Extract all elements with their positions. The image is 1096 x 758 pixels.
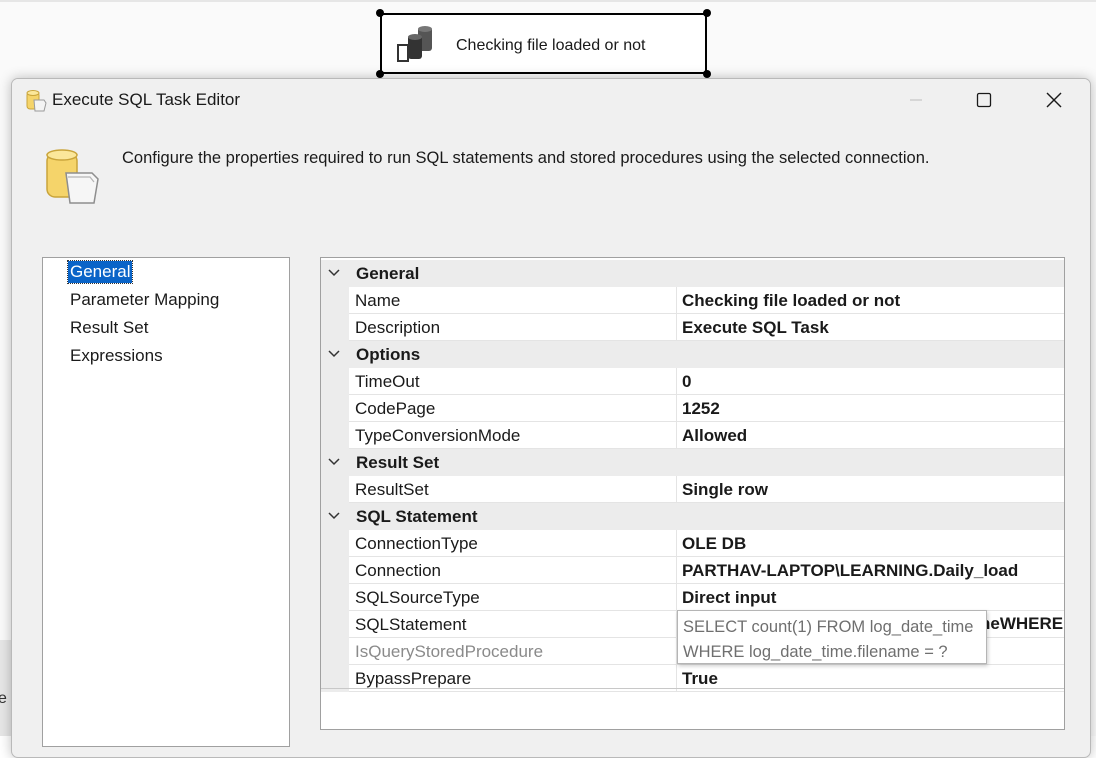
property-value[interactable]: True bbox=[682, 669, 718, 689]
property-name: TimeOut bbox=[355, 372, 420, 391]
minimize-button[interactable] bbox=[882, 79, 950, 121]
resize-handle[interactable] bbox=[703, 9, 711, 17]
page-navigation-list: General Parameter Mapping Result Set Exp… bbox=[42, 257, 290, 747]
dialog-title: Execute SQL Task Editor bbox=[52, 90, 241, 109]
property-row-name[interactable]: Name Checking file loaded or not bbox=[321, 287, 1064, 314]
property-row-connectiontype[interactable]: ConnectionType OLE DB bbox=[321, 530, 1064, 557]
close-icon bbox=[1046, 92, 1062, 108]
sql-task-app-icon bbox=[26, 90, 47, 112]
close-button[interactable] bbox=[1020, 79, 1088, 121]
property-value[interactable]: Direct input bbox=[682, 588, 776, 608]
sql-task-icon bbox=[397, 26, 432, 62]
category-general[interactable]: General bbox=[321, 260, 1064, 287]
nav-item-result-set[interactable]: Result Set bbox=[68, 317, 150, 339]
minimize-icon bbox=[910, 99, 922, 101]
maximize-icon bbox=[976, 92, 992, 108]
dialog-description: Configure the properties required to run… bbox=[122, 149, 930, 167]
category-label: Options bbox=[356, 345, 421, 364]
property-name: ResultSet bbox=[355, 480, 429, 499]
title-bar[interactable]: Execute SQL Task Editor bbox=[12, 79, 1090, 121]
property-name: Name bbox=[355, 291, 401, 310]
nav-item-parameter-mapping[interactable]: Parameter Mapping bbox=[68, 289, 221, 311]
property-row-connection[interactable]: Connection PARTHAV-LAPTOP\LEARNING.Daily… bbox=[321, 557, 1064, 584]
sqlstatement-tooltip: SELECT count(1) FROM log_date_time WHERE… bbox=[677, 610, 987, 664]
property-name: BypassPrepare bbox=[355, 669, 472, 688]
property-name: ConnectionType bbox=[355, 534, 478, 553]
execute-sql-task-node[interactable]: Checking file loaded or not bbox=[380, 13, 707, 74]
property-name: CodePage bbox=[355, 399, 436, 418]
resize-handle[interactable] bbox=[703, 70, 711, 78]
property-value[interactable]: PARTHAV-LAPTOP\LEARNING.Daily_load bbox=[682, 561, 1018, 581]
category-label: SQL Statement bbox=[356, 507, 478, 526]
property-row-timeout[interactable]: TimeOut 0 bbox=[321, 368, 1064, 395]
property-name: IsQueryStoredProcedure bbox=[355, 642, 544, 661]
property-row-resultset[interactable]: ResultSet Single row bbox=[321, 476, 1064, 503]
property-row-codepage[interactable]: CodePage 1252 bbox=[321, 395, 1064, 422]
category-label: General bbox=[356, 264, 420, 283]
sqlstatement-value[interactable]: neWHERE bbox=[984, 614, 1064, 634]
property-value[interactable]: 1252 bbox=[682, 399, 720, 419]
category-label: Result Set bbox=[356, 453, 440, 472]
maximize-button[interactable] bbox=[950, 79, 1018, 121]
sql-task-large-icon bbox=[46, 149, 99, 204]
property-value[interactable]: Checking file loaded or not bbox=[682, 291, 900, 311]
chevron-down-icon[interactable] bbox=[327, 509, 341, 523]
property-row-sqlsourcetype[interactable]: SQLSourceType Direct input bbox=[321, 584, 1064, 611]
designer-left-text: e bbox=[0, 690, 7, 707]
resize-handle[interactable] bbox=[376, 70, 384, 78]
tooltip-line: WHERE log_date_time.filename = ? bbox=[683, 643, 948, 661]
nav-item-general[interactable]: General bbox=[66, 260, 134, 284]
property-row-typeconversionmode[interactable]: TypeConversionMode Allowed bbox=[321, 422, 1064, 449]
category-sql-statement[interactable]: SQL Statement bbox=[321, 503, 1064, 530]
chevron-down-icon[interactable] bbox=[327, 455, 341, 469]
property-value[interactable]: 0 bbox=[682, 372, 691, 392]
designer-left-panel-edge bbox=[0, 640, 11, 736]
chevron-down-icon[interactable] bbox=[327, 347, 341, 361]
category-options[interactable]: Options bbox=[321, 341, 1064, 368]
property-name: TypeConversionMode bbox=[355, 426, 521, 445]
property-name: SQLStatement bbox=[355, 615, 467, 634]
property-name: SQLSourceType bbox=[355, 588, 480, 607]
property-name: Connection bbox=[355, 561, 442, 580]
property-row-description[interactable]: Description Execute SQL Task bbox=[321, 314, 1064, 341]
category-result-set[interactable]: Result Set bbox=[321, 449, 1064, 476]
resize-handle[interactable] bbox=[376, 9, 384, 17]
property-value[interactable]: Execute SQL Task bbox=[682, 318, 829, 338]
property-value[interactable]: OLE DB bbox=[682, 534, 746, 554]
tooltip-line: SELECT count(1) FROM log_date_time bbox=[683, 618, 974, 636]
designer-top-border bbox=[0, 0, 1096, 2]
property-value[interactable]: Single row bbox=[682, 480, 768, 500]
property-value[interactable]: Allowed bbox=[682, 426, 747, 446]
nav-item-expressions[interactable]: Expressions bbox=[68, 345, 165, 367]
chevron-down-icon[interactable] bbox=[327, 266, 341, 280]
task-node-label: Checking file loaded or not bbox=[456, 37, 646, 54]
grid-divider bbox=[321, 688, 1064, 689]
property-name: Description bbox=[355, 318, 441, 337]
